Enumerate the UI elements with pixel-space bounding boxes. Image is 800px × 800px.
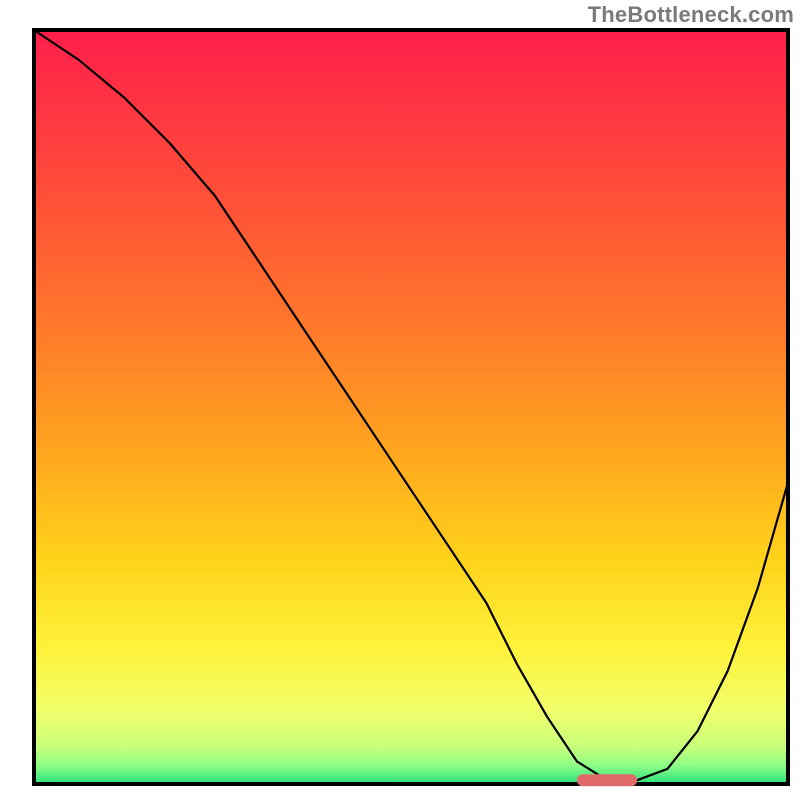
optimum-marker <box>577 774 637 786</box>
watermark-text: TheBottleneck.com <box>588 2 794 28</box>
chart-container: TheBottleneck.com <box>0 0 800 800</box>
bottleneck-chart <box>0 0 800 800</box>
plot-background <box>34 30 788 784</box>
